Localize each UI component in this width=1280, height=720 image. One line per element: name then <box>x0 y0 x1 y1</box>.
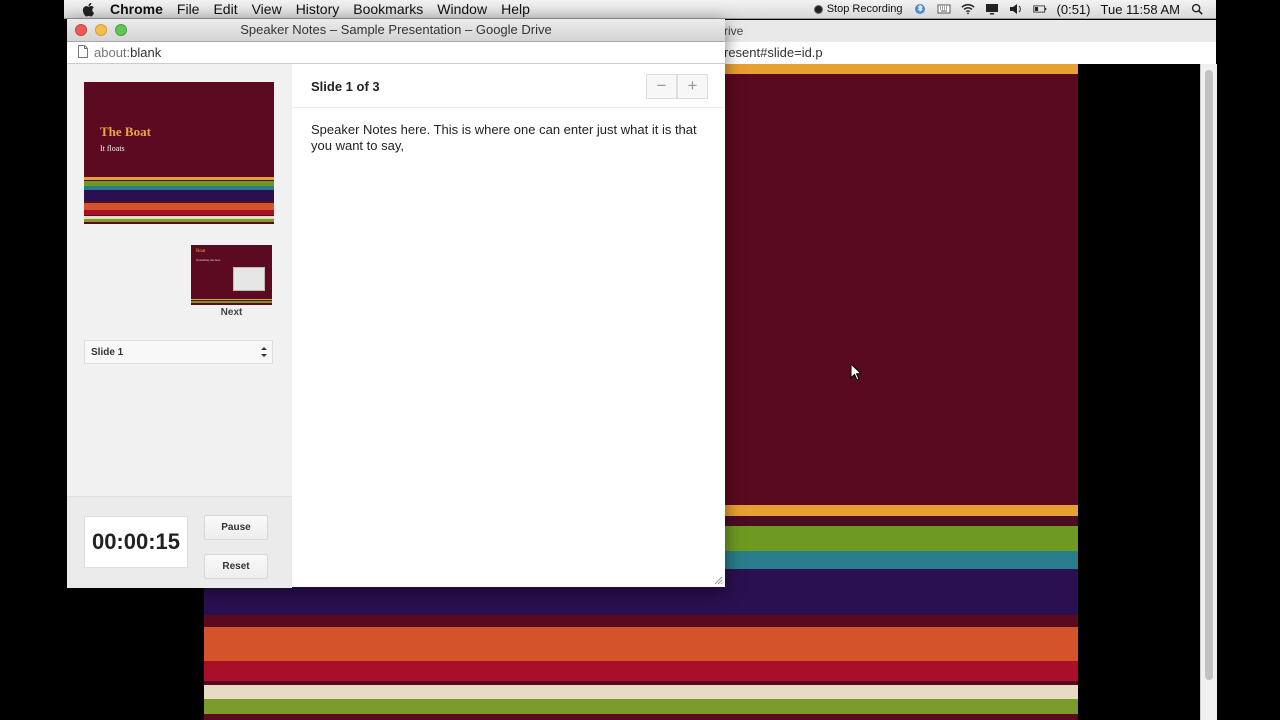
page-scrollbar[interactable] <box>1200 64 1217 720</box>
url-path: blank <box>130 45 162 60</box>
current-slide-thumbnail: The Boat It floats <box>84 82 274 224</box>
slide-stripe-bottom <box>204 714 1078 720</box>
slide-stripe-olive <box>204 699 1078 714</box>
menu-view[interactable]: View <box>252 0 282 19</box>
slide-select-value: Slide 1 <box>91 347 124 358</box>
menu-file[interactable]: File <box>177 0 200 19</box>
url-scheme: about: <box>94 45 131 60</box>
url-text[interactable]: about:blank <box>94 45 161 60</box>
battery-icon[interactable] <box>1032 3 1047 15</box>
next-slide-title: Boat <box>196 249 206 254</box>
slide-counter: Slide 1 of 3 <box>311 79 380 94</box>
mac-menu-bar: Chrome File Edit View History Bookmarks … <box>64 0 1216 19</box>
thumb-stripe <box>84 219 274 222</box>
mouse-pointer-icon <box>850 363 862 381</box>
increase-font-button[interactable]: + <box>677 74 708 99</box>
next-slide-subtitle: Something else here <box>196 258 221 262</box>
thumb-stripe <box>84 177 274 180</box>
menu-history[interactable]: History <box>296 0 340 19</box>
spotlight-search-icon[interactable] <box>1190 3 1204 15</box>
wifi-icon[interactable] <box>960 3 975 15</box>
decrease-font-button[interactable]: − <box>646 74 677 99</box>
zoom-window-button[interactable] <box>115 24 127 36</box>
notes-header: Slide 1 of 3 − + <box>292 64 725 108</box>
stop-recording-label: Stop Recording <box>826 3 903 15</box>
scrollbar-thumb[interactable] <box>1205 70 1213 680</box>
timer-area: 00:00:15 Pause Reset <box>67 496 292 588</box>
next-slide-label: Next <box>220 307 243 318</box>
next-slide-image <box>233 267 265 291</box>
record-icon <box>813 4 823 14</box>
slides-panel: The Boat It floats Boat Something else h… <box>67 64 292 588</box>
background-url-bar[interactable]: resent#slide=id.p <box>724 42 1216 65</box>
url-bar[interactable]: about:blank <box>67 42 725 64</box>
thumb-stripe <box>84 203 274 210</box>
thumb-stripe <box>191 301 272 303</box>
menu-edit[interactable]: Edit <box>213 0 237 19</box>
speaker-notes-window: Speaker Notes – Sample Presentation – Go… <box>67 19 725 588</box>
resize-handle-icon[interactable] <box>714 576 723 585</box>
current-slide-title: The Boat <box>100 124 151 139</box>
slide-letterbox <box>1078 64 1200 720</box>
bluetooth-icon[interactable] <box>913 3 927 15</box>
menu-help[interactable]: Help <box>501 0 530 19</box>
minimize-window-button[interactable] <box>95 24 107 36</box>
slide-select-dropdown[interactable]: Slide 1 <box>84 340 273 364</box>
next-slide-thumbnail[interactable]: Boat Something else here <box>191 245 272 305</box>
menu-chrome[interactable]: Chrome <box>110 0 163 19</box>
background-url-text[interactable]: resent#slide=id.p <box>724 45 823 60</box>
page-icon <box>78 45 88 58</box>
volume-icon[interactable] <box>1009 3 1023 15</box>
stop-recording-item[interactable]: Stop Recording <box>813 3 903 15</box>
screen-border-left <box>0 0 64 720</box>
menu-clock[interactable]: Tue 11:58 AM <box>1101 2 1181 17</box>
slide-stripe-red <box>204 661 1078 681</box>
background-tab-label[interactable]: rive <box>724 24 743 38</box>
reset-button[interactable]: Reset <box>204 554 268 579</box>
current-slide-subtitle: It floats <box>100 144 125 153</box>
window-title-bar[interactable]: Speaker Notes – Sample Presentation – Go… <box>67 19 725 42</box>
menu-window[interactable]: Window <box>437 0 487 19</box>
menu-bookmarks[interactable]: Bookmarks <box>353 0 423 19</box>
screen-border-right <box>1216 0 1280 720</box>
thumb-stripe <box>84 210 274 215</box>
elapsed-timer: 00:00:15 <box>84 516 188 568</box>
display-icon[interactable] <box>985 3 999 15</box>
close-window-button[interactable] <box>75 24 87 36</box>
background-tab-bar[interactable]: rive <box>724 20 1216 42</box>
slide-stripe-red-orange <box>204 627 1078 661</box>
slide-stripe-maroon <box>204 615 1078 627</box>
menu-extras: Stop Recording (0:51) Tue 11:58 AM <box>813 2 1216 17</box>
select-arrows-icon <box>261 347 267 357</box>
window-title: Speaker Notes – Sample Presentation – Go… <box>240 22 552 37</box>
apple-icon[interactable] <box>80 1 98 18</box>
pause-button[interactable]: Pause <box>204 515 268 540</box>
thumb-stripe <box>191 299 272 300</box>
notes-panel: Slide 1 of 3 − + Speaker Notes here. Thi… <box>292 64 725 587</box>
keyboard-icon[interactable] <box>937 3 951 15</box>
battery-time[interactable]: (0:51) <box>1057 2 1091 17</box>
slide-stripe-cream <box>204 685 1078 699</box>
thumb-stripe <box>84 190 274 201</box>
speaker-notes-text: Speaker Notes here. This is where one ca… <box>311 122 697 153</box>
